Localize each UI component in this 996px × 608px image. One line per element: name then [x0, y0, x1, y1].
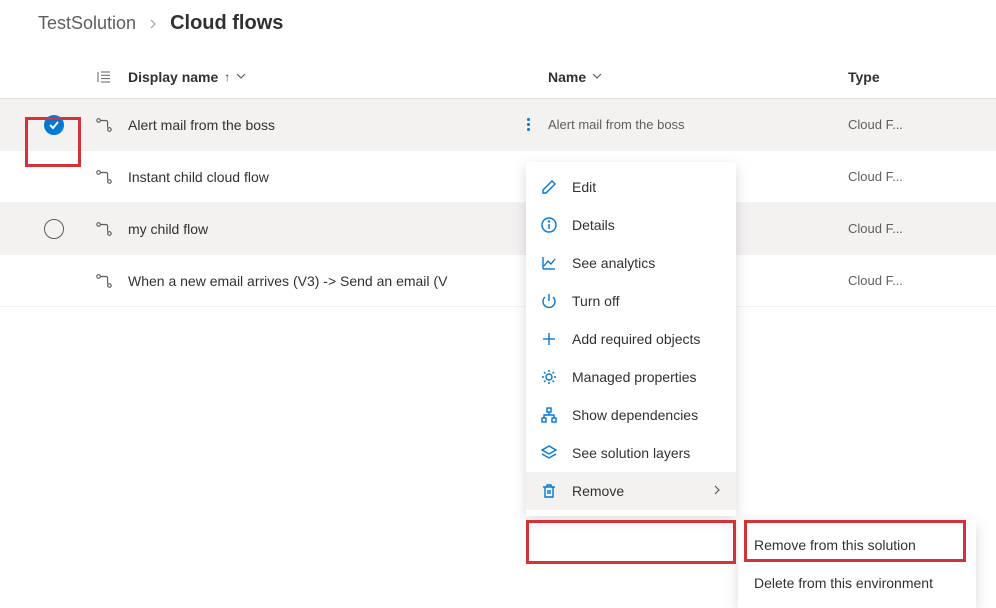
flow-icon [80, 116, 128, 134]
menu-label: Edit [572, 179, 722, 195]
row-checkbox[interactable] [28, 115, 80, 135]
menu-label: See analytics [572, 255, 722, 271]
menu-item-turn-off[interactable]: Turn off [526, 282, 736, 320]
menu-item-remove[interactable]: Remove [526, 472, 736, 510]
row-type: Cloud F... [848, 117, 996, 132]
breadcrumb: TestSolution Cloud flows [0, 0, 996, 55]
column-header-display-name[interactable]: Display name ↑ [128, 69, 508, 85]
column-header-name[interactable]: Name [548, 69, 848, 85]
gear-icon [540, 368, 558, 386]
checkmark-icon [44, 115, 64, 135]
menu-label: Managed properties [572, 369, 722, 385]
context-menu: Edit Details See analytics Turn off Add … [526, 162, 736, 516]
row-display-name[interactable]: Instant child cloud flow [128, 169, 508, 185]
chevron-down-icon [592, 70, 602, 84]
breadcrumb-parent[interactable]: TestSolution [38, 13, 136, 34]
sort-ascending-icon: ↑ [224, 70, 230, 84]
row-type: Cloud F... [848, 221, 996, 236]
layers-icon [540, 444, 558, 462]
more-vertical-icon [519, 116, 537, 134]
column-name-label: Name [548, 69, 586, 85]
power-icon [540, 292, 558, 310]
row-type: Cloud F... [848, 273, 996, 288]
submenu-item-remove-from-solution[interactable]: Remove from this solution [738, 526, 976, 564]
table-row[interactable]: Alert mail from the boss Alert mail from… [0, 99, 996, 151]
menu-label: See solution layers [572, 445, 722, 461]
menu-label: Delete from this environment [754, 575, 960, 591]
flow-icon [80, 220, 128, 238]
pencil-icon [540, 178, 558, 196]
table-header: Display name ↑ Name Type [0, 55, 996, 99]
chevron-right-icon [712, 484, 722, 498]
row-display-name[interactable]: When a new email arrives (V3) -> Send an… [128, 273, 508, 289]
table-row[interactable]: my child flow Cloud F... [0, 203, 996, 255]
menu-label: Turn off [572, 293, 722, 309]
menu-label: Show dependencies [572, 407, 722, 423]
row-display-name[interactable]: my child flow [128, 221, 508, 237]
column-header-type[interactable]: Type [848, 69, 996, 85]
column-display-name-label: Display name [128, 69, 218, 85]
radio-unchecked-icon [44, 219, 64, 239]
info-icon [540, 216, 558, 234]
context-submenu: Remove from this solution Delete from th… [738, 520, 976, 608]
column-type-label: Type [848, 69, 880, 85]
flow-icon [80, 168, 128, 186]
trash-icon [540, 482, 558, 500]
menu-label: Add required objects [572, 331, 722, 347]
row-name: Alert mail from the boss [548, 117, 848, 132]
breadcrumb-current: Cloud flows [170, 12, 283, 35]
row-display-name[interactable]: Alert mail from the boss [128, 117, 508, 133]
menu-item-managed-properties[interactable]: Managed properties [526, 358, 736, 396]
flow-icon [80, 272, 128, 290]
table-row[interactable]: When a new email arrives (V3) -> Send an… [0, 255, 996, 307]
menu-item-show-dependencies[interactable]: Show dependencies [526, 396, 736, 434]
menu-item-solution-layers[interactable]: See solution layers [526, 434, 736, 472]
menu-label: Details [572, 217, 722, 233]
submenu-item-delete-from-environment[interactable]: Delete from this environment [738, 564, 976, 602]
menu-label: Remove from this solution [754, 537, 960, 553]
row-actions-button[interactable] [508, 116, 548, 134]
chevron-down-icon [236, 70, 246, 84]
dependencies-icon [540, 406, 558, 424]
menu-label: Remove [572, 483, 698, 499]
table-row[interactable]: Instant child cloud flow Cloud F... [0, 151, 996, 203]
chevron-right-icon [148, 16, 158, 32]
menu-item-analytics[interactable]: See analytics [526, 244, 736, 282]
menu-item-details[interactable]: Details [526, 206, 736, 244]
menu-item-edit[interactable]: Edit [526, 168, 736, 206]
row-type: Cloud F... [848, 169, 996, 184]
annotation-highlight [526, 520, 736, 564]
plus-icon [540, 330, 558, 348]
analytics-icon [540, 254, 558, 272]
menu-item-add-required[interactable]: Add required objects [526, 320, 736, 358]
list-view-icon[interactable] [80, 69, 128, 85]
row-checkbox[interactable] [28, 219, 80, 239]
